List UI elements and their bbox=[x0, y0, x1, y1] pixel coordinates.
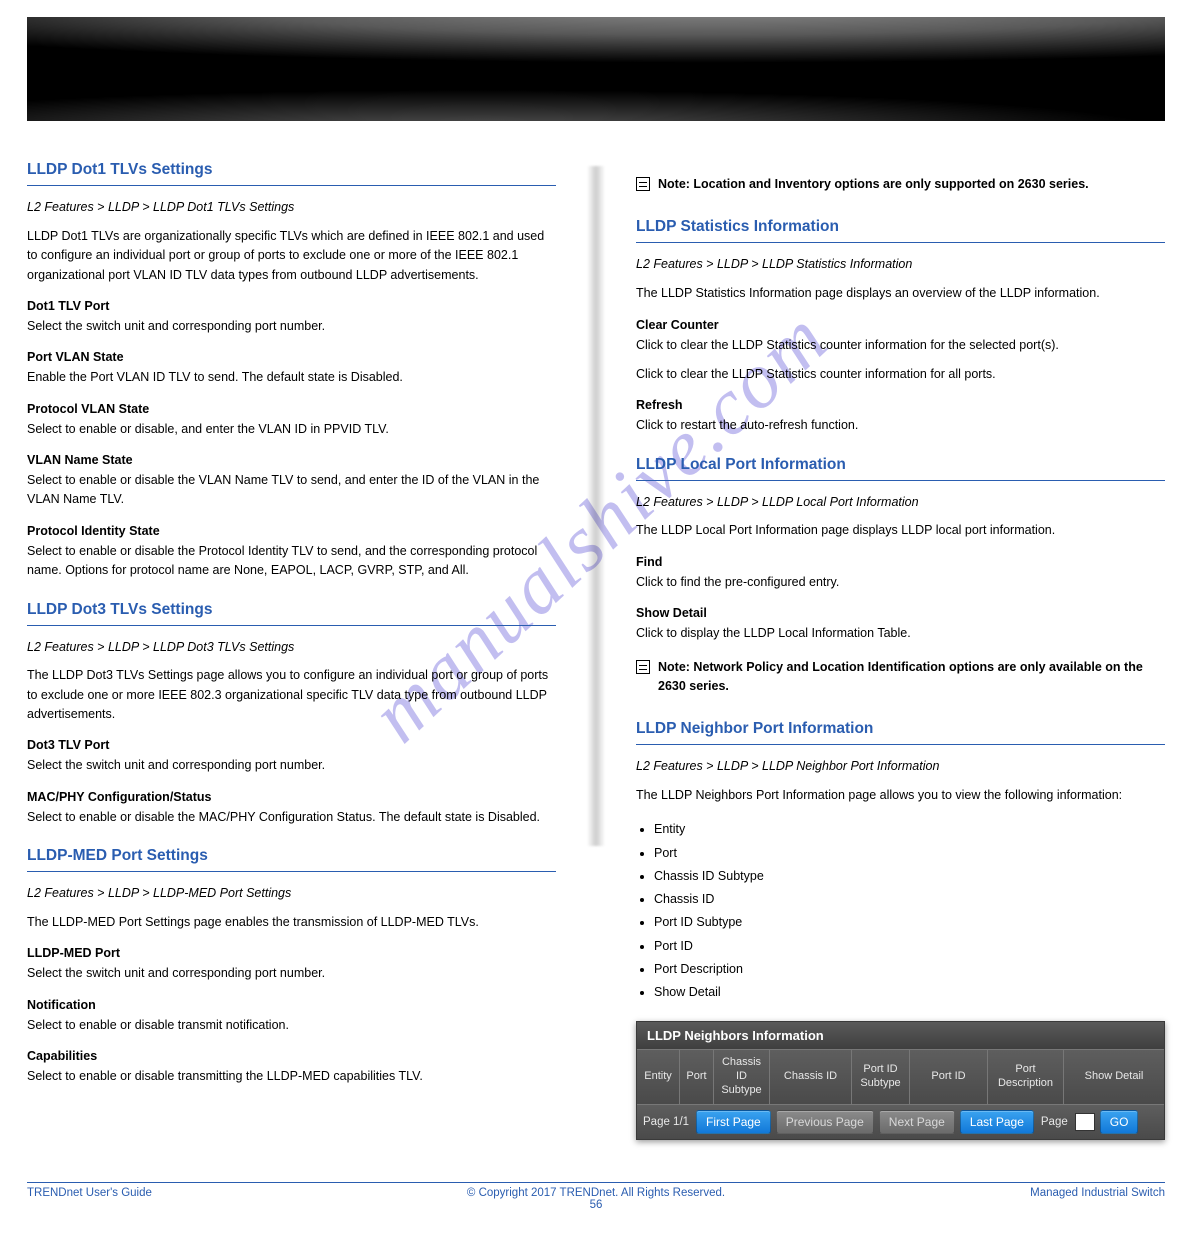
col-port: Port bbox=[679, 1050, 713, 1103]
header-banner bbox=[27, 17, 1165, 121]
paragraph: Select to enable or disable the VLAN Nam… bbox=[27, 471, 556, 510]
paragraph: Enable the Port VLAN ID TLV to send. The… bbox=[27, 368, 556, 387]
section-heading-lldp-med-port[interactable]: LLDP-MED Port Settings bbox=[27, 847, 556, 872]
field-label: Show Detail bbox=[636, 606, 1165, 620]
banner-gradient bbox=[27, 17, 1165, 121]
col-chassis-id: Chassis ID bbox=[769, 1050, 851, 1103]
section-heading-lldp-neighbor-port[interactable]: LLDP Neighbor Port Information bbox=[636, 720, 1165, 745]
col-port-id: Port ID bbox=[909, 1050, 987, 1103]
field-label: VLAN Name State bbox=[27, 453, 556, 467]
col-show-detail: Show Detail bbox=[1063, 1050, 1164, 1103]
paragraph: Click to find the pre-configured entry. bbox=[636, 573, 1165, 592]
previous-page-button[interactable]: Previous Page bbox=[776, 1110, 874, 1134]
list-item: Port ID bbox=[654, 936, 1165, 957]
col-chassis-id-subtype: Chassis ID Subtype bbox=[713, 1050, 769, 1103]
note-text: Note: Network Policy and Location Identi… bbox=[658, 658, 1165, 697]
note-icon bbox=[636, 660, 650, 674]
paragraph: The LLDP Neighbors Port Information page… bbox=[636, 786, 1165, 805]
paragraph: The LLDP Dot3 TLVs Settings page allows … bbox=[27, 666, 556, 724]
footer-divider bbox=[27, 1182, 1165, 1183]
pager-bar: Page 1/1 First Page Previous Page Next P… bbox=[637, 1104, 1164, 1139]
section-heading-dot1-tlvs[interactable]: LLDP Dot1 TLVs Settings bbox=[27, 161, 556, 186]
paragraph: Select the switch unit and corresponding… bbox=[27, 756, 556, 775]
page-status: Page 1/1 bbox=[641, 1116, 691, 1128]
table-header-row: Entity Port Chassis ID Subtype Chassis I… bbox=[637, 1049, 1164, 1103]
first-page-button[interactable]: First Page bbox=[696, 1110, 771, 1134]
list-item: Chassis ID Subtype bbox=[654, 866, 1165, 887]
section-heading-dot3-tlvs[interactable]: LLDP Dot3 TLVs Settings bbox=[27, 601, 556, 626]
footer-page-number: 56 bbox=[467, 1199, 725, 1211]
paragraph: The LLDP Local Port Information page dis… bbox=[636, 521, 1165, 540]
paragraph: Select the switch unit and corresponding… bbox=[27, 964, 556, 983]
note-block: Note: Network Policy and Location Identi… bbox=[636, 658, 1165, 697]
paragraph: The LLDP-MED Port Settings page enables … bbox=[27, 913, 556, 932]
list-item: Port Description bbox=[654, 959, 1165, 980]
paragraph: Select to enable or disable transmit not… bbox=[27, 1016, 556, 1035]
field-label: Refresh bbox=[636, 398, 1165, 412]
paragraph: The LLDP Statistics Information page dis… bbox=[636, 284, 1165, 303]
field-label: Find bbox=[636, 555, 1165, 569]
paragraph: Select to enable or disable the Protocol… bbox=[27, 542, 556, 581]
breadcrumb: L2 Features > LLDP > LLDP-MED Port Setti… bbox=[27, 884, 556, 903]
note-text: Note: Location and Inventory options are… bbox=[658, 175, 1089, 194]
page-number-input[interactable] bbox=[1075, 1113, 1095, 1131]
list-item: Show Detail bbox=[654, 982, 1165, 1003]
field-label: LLDP-MED Port bbox=[27, 946, 556, 960]
last-page-button[interactable]: Last Page bbox=[960, 1110, 1034, 1134]
paragraph: Click to clear the LLDP Statistics count… bbox=[636, 336, 1165, 355]
page-footer: TRENDnet User's Guide © Copyright 2017 T… bbox=[27, 1187, 1165, 1211]
panel-title: LLDP Neighbors Information bbox=[637, 1022, 1164, 1049]
paragraph: Click to display the LLDP Local Informat… bbox=[636, 624, 1165, 643]
note-icon bbox=[636, 177, 650, 191]
section-heading-lldp-statistics[interactable]: LLDP Statistics Information bbox=[636, 218, 1165, 243]
field-label: Capabilities bbox=[27, 1049, 556, 1063]
field-label: Clear Counter bbox=[636, 318, 1165, 332]
paragraph: Select to enable or disable, and enter t… bbox=[27, 420, 556, 439]
paragraph: Select to enable or disable transmitting… bbox=[27, 1067, 556, 1086]
paragraph: Select to enable or disable the MAC/PHY … bbox=[27, 808, 556, 827]
page-label: Page bbox=[1039, 1116, 1070, 1128]
col-port-description: Port Description bbox=[987, 1050, 1063, 1103]
field-label: Notification bbox=[27, 998, 556, 1012]
paragraph: LLDP Dot1 TLVs are organizationally spec… bbox=[27, 227, 556, 285]
list-item: Chassis ID bbox=[654, 889, 1165, 910]
footer-center: © Copyright 2017 TRENDnet. All Rights Re… bbox=[467, 1187, 725, 1199]
field-label: Protocol VLAN State bbox=[27, 402, 556, 416]
field-label: Dot3 TLV Port bbox=[27, 738, 556, 752]
footer-left: TRENDnet User's Guide bbox=[27, 1187, 447, 1211]
next-page-button[interactable]: Next Page bbox=[879, 1110, 955, 1134]
go-button[interactable]: GO bbox=[1100, 1110, 1139, 1134]
field-label: Protocol Identity State bbox=[27, 524, 556, 538]
breadcrumb: L2 Features > LLDP > LLDP Dot3 TLVs Sett… bbox=[27, 638, 556, 657]
col-entity: Entity bbox=[637, 1050, 679, 1103]
paragraph: Click to restart the auto-refresh functi… bbox=[636, 416, 1165, 435]
list-item: Entity bbox=[654, 819, 1165, 840]
breadcrumb: L2 Features > LLDP > LLDP Statistics Inf… bbox=[636, 255, 1165, 274]
breadcrumb: L2 Features > LLDP > LLDP Neighbor Port … bbox=[636, 757, 1165, 776]
list-item: Port bbox=[654, 843, 1165, 864]
field-label: MAC/PHY Configuration/Status bbox=[27, 790, 556, 804]
note-block: Note: Location and Inventory options are… bbox=[636, 175, 1165, 194]
section-heading-lldp-local-port[interactable]: LLDP Local Port Information bbox=[636, 456, 1165, 481]
paragraph: Click to clear the LLDP Statistics count… bbox=[636, 365, 1165, 384]
footer-right: Managed Industrial Switch bbox=[745, 1187, 1165, 1211]
breadcrumb: L2 Features > LLDP > LLDP Local Port Inf… bbox=[636, 493, 1165, 512]
bullet-list: Entity Port Chassis ID Subtype Chassis I… bbox=[654, 819, 1165, 1003]
col-port-id-subtype: Port ID Subtype bbox=[851, 1050, 909, 1103]
breadcrumb: L2 Features > LLDP > LLDP Dot1 TLVs Sett… bbox=[27, 198, 556, 217]
lldp-neighbors-screenshot: LLDP Neighbors Information Entity Port C… bbox=[636, 1021, 1165, 1139]
paragraph: Select the switch unit and corresponding… bbox=[27, 317, 556, 336]
list-item: Port ID Subtype bbox=[654, 912, 1165, 933]
field-label: Port VLAN State bbox=[27, 350, 556, 364]
field-label: Dot1 TLV Port bbox=[27, 299, 556, 313]
